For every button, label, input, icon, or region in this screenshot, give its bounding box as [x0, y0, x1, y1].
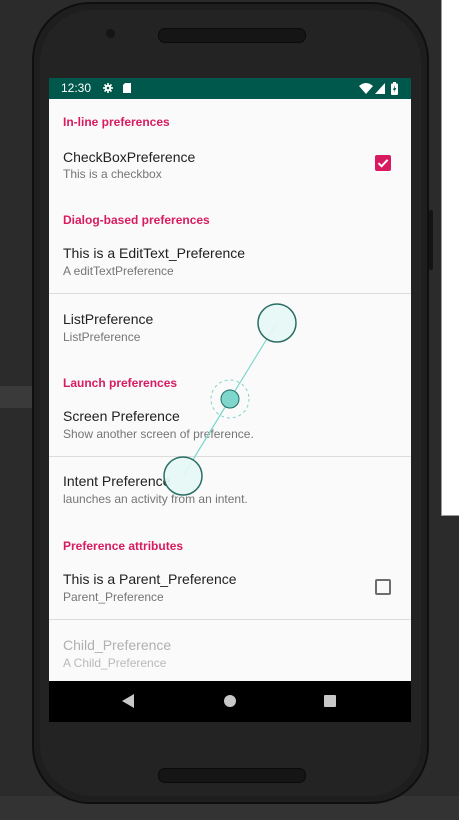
- status-bar: 12:30: [49, 78, 411, 99]
- parent-preference-title: This is a Parent_Preference: [63, 571, 237, 587]
- bottom-speaker: [158, 768, 306, 783]
- list-preference-row[interactable]: ListPreference ListPreference: [49, 294, 411, 358]
- intent-preference-title: Intent Preference: [63, 473, 171, 489]
- child-preference-row: Child_Preference A Child_Preference: [49, 620, 411, 681]
- sd-card-icon: [123, 83, 131, 93]
- screen-preference-summary: Show another screen of preference.: [63, 427, 254, 441]
- front-camera: [106, 29, 115, 38]
- volume-button: [429, 210, 433, 270]
- category-launch-preferences: Launch preferences: [63, 376, 178, 390]
- device-screen: 12:30 In-line preferences CheckBoxPrefer…: [49, 78, 411, 722]
- category-inline-preferences: In-line preferences: [63, 115, 170, 129]
- top-speaker: [158, 28, 306, 43]
- battery-icon: [391, 82, 398, 95]
- checkbox-preference-row[interactable]: CheckBoxPreference This is a checkbox: [49, 138, 411, 190]
- gear-icon: [103, 83, 113, 93]
- intent-preference-row[interactable]: Intent Preference launches an activity f…: [49, 457, 411, 521]
- checkbox-preference-summary: This is a checkbox: [63, 167, 162, 181]
- category-preference-attributes: Preference attributes: [63, 539, 184, 553]
- screen-preference-row[interactable]: Screen Preference Show another screen of…: [49, 398, 411, 456]
- parent-preference-summary: Parent_Preference: [63, 590, 164, 604]
- child-preference-title: Child_Preference: [63, 637, 172, 653]
- screen-preference-title: Screen Preference: [63, 408, 180, 424]
- list-preference-summary: ListPreference: [63, 330, 141, 344]
- parent-preference-row[interactable]: This is a Parent_Preference Parent_Prefe…: [49, 561, 411, 619]
- edittext-preference-summary: A editTextPreference: [63, 264, 174, 278]
- checkbox-unchecked[interactable]: [375, 579, 391, 595]
- status-time: 12:30: [61, 81, 92, 95]
- wifi-icon: [359, 83, 373, 94]
- home-icon[interactable]: [224, 695, 236, 707]
- navigation-bar: [49, 681, 411, 722]
- checkmark-icon: [377, 159, 389, 168]
- edittext-preference-title: This is a EditText_Preference: [63, 245, 246, 261]
- recents-icon[interactable]: [324, 695, 336, 707]
- list-preference-title: ListPreference: [63, 311, 154, 327]
- child-preference-summary: A Child_Preference: [63, 656, 167, 670]
- intent-preference-summary: launches an activity from an intent.: [63, 492, 248, 506]
- background-strip: [0, 386, 36, 408]
- back-icon[interactable]: [122, 694, 134, 708]
- checkbox-checked[interactable]: [375, 155, 391, 171]
- background-window-panel: [441, 0, 459, 516]
- edittext-preference-row[interactable]: This is a EditText_Preference A editText…: [49, 236, 411, 293]
- checkbox-preference-title: CheckBoxPreference: [63, 149, 196, 165]
- category-dialog-preferences: Dialog-based preferences: [63, 213, 210, 227]
- signal-icon: [375, 83, 385, 94]
